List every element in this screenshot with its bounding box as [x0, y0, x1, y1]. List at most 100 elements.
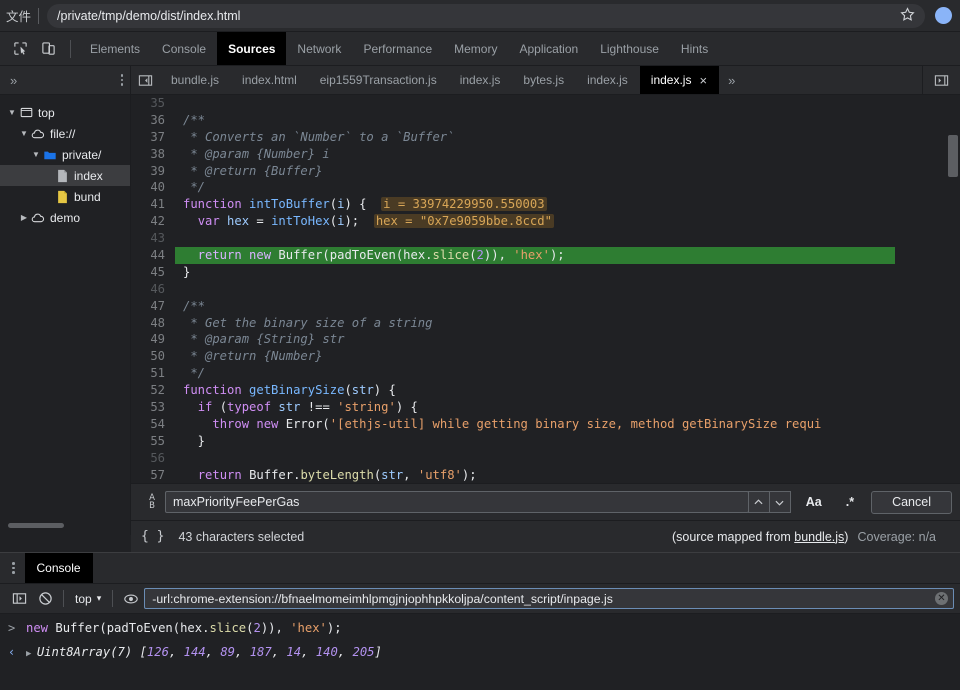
tab-console[interactable]: Console: [151, 32, 217, 65]
code-line[interactable]: 55 }: [131, 433, 946, 450]
star-icon[interactable]: [900, 6, 915, 27]
tab-application[interactable]: Application: [508, 32, 589, 65]
regex-toggle[interactable]: .*: [837, 491, 863, 513]
scrollbar-thumb[interactable]: [948, 135, 958, 177]
line-number[interactable]: 49: [131, 331, 175, 348]
replace-toggle-icon[interactable]: AB: [139, 493, 165, 511]
source-map-link[interactable]: bundle.js: [794, 530, 844, 544]
code-line[interactable]: 47 /**: [131, 298, 946, 315]
tab-network[interactable]: Network: [286, 32, 352, 65]
tree-node-index[interactable]: index: [0, 165, 130, 186]
code-line[interactable]: 45}: [131, 264, 946, 281]
line-number[interactable]: 53: [131, 399, 175, 416]
file-menu-label[interactable]: 文件: [4, 6, 38, 25]
code-line[interactable]: 38 * @param {Number} i: [131, 146, 946, 163]
tab-performance[interactable]: Performance: [352, 32, 443, 65]
line-number[interactable]: 46: [131, 281, 175, 298]
code-line[interactable]: 39 * @return {Buffer}: [131, 163, 946, 180]
code-lines[interactable]: 35 36 /** 37 * Converts an `Number` to a `B…: [131, 95, 946, 535]
code-line[interactable]: 49 * @param {String} str: [131, 331, 946, 348]
live-expression-icon[interactable]: [118, 587, 144, 611]
avatar[interactable]: [935, 7, 952, 24]
code-line[interactable]: 36 /**: [131, 112, 946, 129]
tree-node-top[interactable]: ▼ top: [0, 102, 130, 123]
code-line[interactable]: 37 * Converts an `Number` to a `Buffer`: [131, 129, 946, 146]
expand-triangle-icon[interactable]: ▶: [26, 649, 37, 659]
kebab-menu-icon[interactable]: [12, 562, 15, 574]
clear-input-icon[interactable]: ✕: [935, 592, 948, 605]
tree-node-private[interactable]: ▼ private/: [0, 144, 130, 165]
code-line[interactable]: 44 return new Buffer(padToEven(hex.slice…: [131, 247, 946, 264]
code-line[interactable]: 35: [131, 95, 946, 112]
line-number[interactable]: 47: [131, 298, 175, 315]
tree-node-demo[interactable]: ▶ demo: [0, 207, 130, 228]
tab-elements[interactable]: Elements: [79, 32, 151, 65]
execution-context-select[interactable]: top ▾: [69, 592, 107, 606]
line-number[interactable]: 35: [131, 95, 175, 112]
console-output-line[interactable]: ‹ ▶ Uint8Array(7) [126, 144, 89, 187, 14,…: [0, 640, 960, 664]
twisty-icon[interactable]: ▼: [30, 150, 42, 159]
line-number[interactable]: 52: [131, 382, 175, 399]
search-next-button[interactable]: [768, 491, 791, 513]
code-line[interactable]: 54 throw new Error('[ethjs-util] while g…: [131, 416, 946, 433]
line-number[interactable]: 44: [131, 247, 175, 264]
file-tab-eip1559transaction-js[interactable]: eip1559Transaction.js: [309, 66, 449, 94]
file-tab-bytes-js[interactable]: bytes.js: [512, 66, 576, 94]
tab-sources[interactable]: Sources: [217, 32, 287, 65]
line-number[interactable]: 39: [131, 163, 175, 180]
tab-hints[interactable]: Hints: [670, 32, 719, 65]
line-number[interactable]: 36: [131, 112, 175, 129]
code-line[interactable]: 53 if (typeof str !== 'string') {: [131, 399, 946, 416]
show-navigator-icon[interactable]: [131, 66, 160, 94]
line-number[interactable]: 41: [131, 196, 175, 213]
line-number[interactable]: 56: [131, 450, 175, 467]
line-number[interactable]: 55: [131, 433, 175, 450]
line-number[interactable]: 40: [131, 179, 175, 196]
search-prev-button[interactable]: [747, 491, 770, 513]
console-filter-input[interactable]: [144, 588, 954, 609]
code-line[interactable]: 51 */: [131, 365, 946, 382]
tree-node-bundle[interactable]: bund: [0, 186, 130, 207]
code-line[interactable]: 50 * @return {Number}: [131, 348, 946, 365]
code-line[interactable]: 41 function intToBuffer(i) { i = 33974229…: [131, 196, 946, 213]
clear-console-icon[interactable]: [32, 587, 58, 611]
line-number[interactable]: 48: [131, 315, 175, 332]
line-number[interactable]: 54: [131, 416, 175, 433]
line-number[interactable]: 50: [131, 348, 175, 365]
pretty-print-icon[interactable]: { }: [141, 529, 164, 544]
line-number[interactable]: 38: [131, 146, 175, 163]
tab-lighthouse[interactable]: Lighthouse: [589, 32, 670, 65]
code-line[interactable]: 40 */: [131, 179, 946, 196]
line-number[interactable]: 57: [131, 467, 175, 484]
address-bar[interactable]: /private/tmp/demo/dist/index.html: [47, 3, 925, 28]
code-line[interactable]: 48 * Get the binary size of a string: [131, 315, 946, 332]
file-tab-index-js-active[interactable]: index.js ×: [639, 66, 720, 94]
line-number[interactable]: 45: [131, 264, 175, 281]
device-toolbar-icon[interactable]: [35, 36, 61, 62]
line-number[interactable]: 37: [131, 129, 175, 146]
search-input[interactable]: [165, 491, 749, 513]
inspect-element-icon[interactable]: [7, 36, 33, 62]
code-line[interactable]: 57 return Buffer.byteLength(str, 'utf8')…: [131, 467, 946, 484]
show-debugger-icon[interactable]: [922, 66, 960, 94]
twisty-icon[interactable]: ▶: [18, 213, 30, 222]
drawer-tab-console[interactable]: Console: [24, 553, 93, 583]
kebab-menu-icon[interactable]: [120, 74, 123, 86]
twisty-icon[interactable]: ▼: [6, 108, 18, 117]
line-number[interactable]: 43: [131, 230, 175, 247]
tree-node-file-protocol[interactable]: ▼ file://: [0, 123, 130, 144]
editor-vertical-scrollbar[interactable]: [946, 95, 960, 535]
line-number[interactable]: 51: [131, 365, 175, 382]
code-line[interactable]: 42 var hex = intToHex(i); hex = "0x7e905…: [131, 213, 946, 230]
file-tab-index-js-2[interactable]: index.js: [576, 66, 640, 94]
twisty-icon[interactable]: ▼: [18, 129, 30, 138]
file-tab-bundle-js[interactable]: bundle.js: [160, 66, 231, 94]
code-line[interactable]: 43: [131, 230, 946, 247]
console-input-line[interactable]: > new Buffer(padToEven(hex.slice(2)), 'he…: [0, 616, 960, 640]
file-tab-index-html[interactable]: index.html: [231, 66, 309, 94]
navigator-horizontal-scrollbar[interactable]: [8, 523, 64, 528]
code-line[interactable]: 46: [131, 281, 946, 298]
chevron-double-right-icon[interactable]: »: [10, 73, 17, 88]
tab-memory[interactable]: Memory: [443, 32, 508, 65]
line-number[interactable]: 42: [131, 213, 175, 230]
